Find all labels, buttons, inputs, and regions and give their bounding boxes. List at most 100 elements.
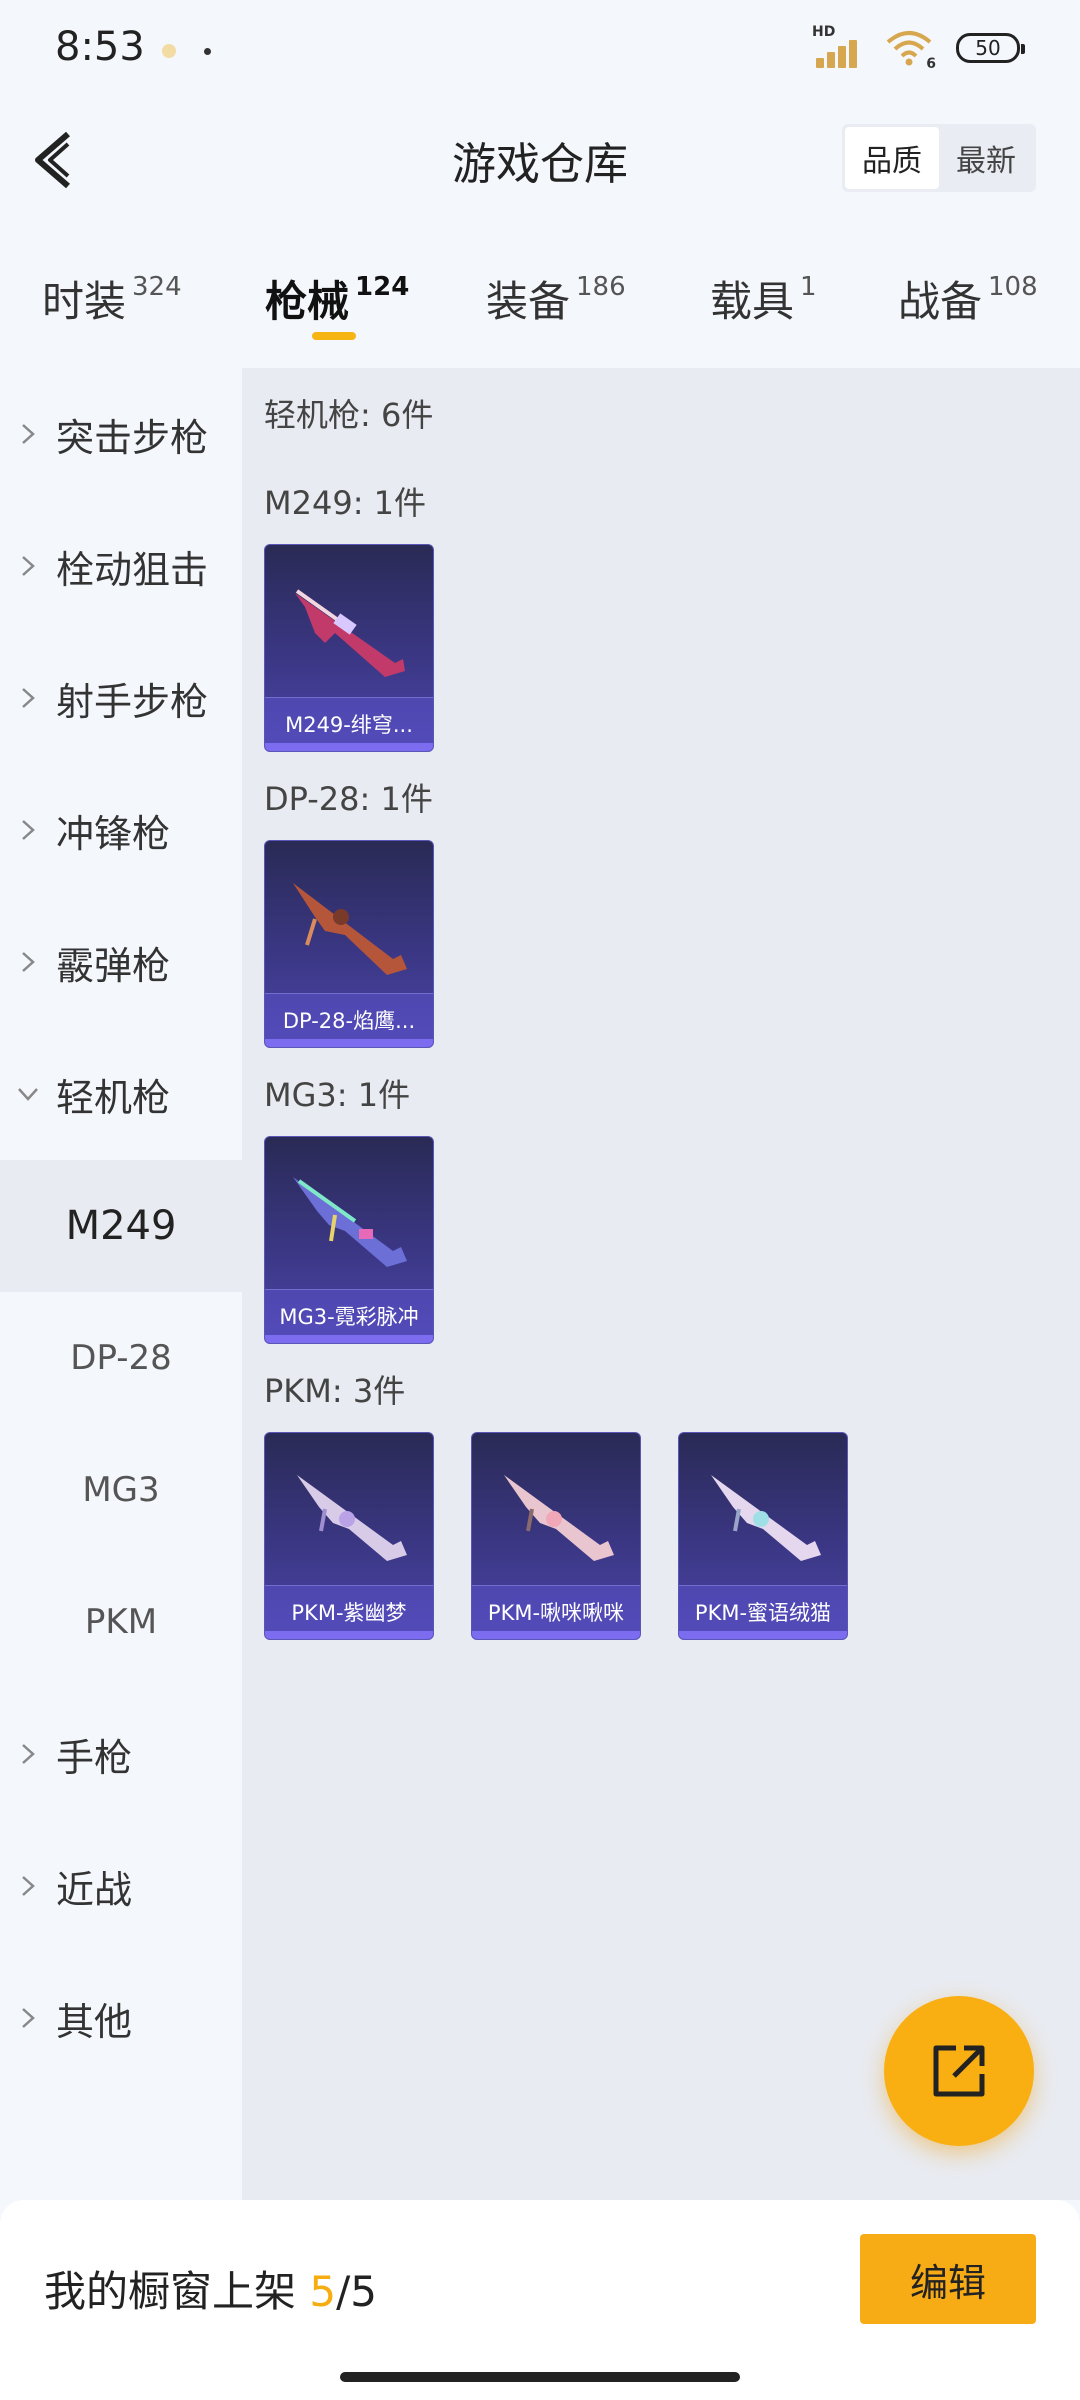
item-card-label: PKM-啾咪啾咪 bbox=[487, 1601, 625, 1625]
chevron-right-icon bbox=[0, 950, 56, 974]
tab-equipment[interactable]: 装备 186 bbox=[486, 268, 626, 329]
category-tabs: 时装 324 枪械 124 装备 186 载具 1 战备 108 bbox=[0, 250, 1080, 360]
sidebar-item-label: 冲锋枪 bbox=[56, 811, 171, 856]
sidebar-item-label: 霰弹枪 bbox=[56, 943, 171, 988]
chevron-right-icon bbox=[0, 1742, 56, 1766]
sidebar-item-smg[interactable]: 冲锋枪 bbox=[0, 764, 242, 896]
item-card-label: PKM-蜜语绒猫 bbox=[694, 1601, 832, 1625]
header: 游戏仓库 品质 最新 bbox=[0, 100, 1080, 220]
item-card-pkm-2[interactable]: PKM-啾咪啾咪 bbox=[471, 1432, 641, 1640]
network-badge: HD bbox=[812, 24, 836, 40]
sort-toggle[interactable]: 品质 最新 bbox=[842, 124, 1036, 192]
sort-quality-button[interactable]: 品质 bbox=[845, 127, 939, 189]
tab-label: 载具 bbox=[710, 277, 795, 326]
sort-newest-button[interactable]: 最新 bbox=[939, 127, 1033, 189]
rarity-bar bbox=[679, 1631, 847, 1639]
status-bar: 8:53 HD 6 50 bbox=[0, 0, 1080, 100]
notification-small-dot-icon bbox=[204, 48, 211, 55]
active-tab-indicator bbox=[312, 332, 356, 340]
group-heading-mg3: MG3: 1件 bbox=[264, 1076, 411, 1114]
sidebar-subitem-dp28[interactable]: DP-28 bbox=[0, 1292, 242, 1424]
sidebar-item-label: 近战 bbox=[56, 1867, 133, 1912]
tab-count: 324 bbox=[132, 272, 182, 302]
item-card-label: PKM-紫幽梦 bbox=[291, 1601, 407, 1625]
group-heading-m249: M249: 1件 bbox=[264, 484, 427, 522]
item-card-label: MG3-霓彩脉冲 bbox=[279, 1305, 419, 1329]
battery-level: 50 bbox=[975, 36, 1001, 60]
rarity-bar bbox=[265, 1631, 433, 1639]
item-card-pkm-3[interactable]: PKM-蜜语绒猫 bbox=[678, 1432, 848, 1640]
chevron-right-icon bbox=[0, 1874, 56, 1898]
sidebar-item-melee[interactable]: 近战 bbox=[0, 1820, 242, 1952]
sidebar-item-label: 手枪 bbox=[56, 1735, 133, 1780]
tab-label: 时装 bbox=[42, 277, 127, 326]
group-heading-pkm: PKM: 3件 bbox=[264, 1372, 406, 1410]
tab-count: 1 bbox=[800, 272, 817, 302]
weapon-category-sidebar: 突击步枪 栓动狙击 射手步枪 冲锋枪 霰弹枪 轻机枪 M249 DP-28 MG… bbox=[0, 368, 242, 2200]
tab-label: 战备 bbox=[898, 277, 983, 326]
tab-count: 108 bbox=[988, 272, 1038, 302]
sidebar-item-label: 栓动狙击 bbox=[56, 547, 209, 592]
item-card-m249[interactable]: M249-绯穹... bbox=[264, 544, 434, 752]
showcase-shelf-status: 我的橱窗上架 5/5 bbox=[44, 2258, 377, 2319]
shelf-label: 我的橱窗上架 bbox=[44, 2267, 297, 2316]
sidebar-item-assault-rifle[interactable]: 突击步枪 bbox=[0, 368, 242, 500]
edit-button[interactable]: 编辑 bbox=[860, 2234, 1036, 2324]
tab-label: 枪械 bbox=[265, 277, 350, 326]
item-card-pkm-1[interactable]: PKM-紫幽梦 bbox=[264, 1432, 434, 1640]
sidebar-subitem-pkm[interactable]: PKM bbox=[0, 1556, 242, 1688]
chevron-right-icon bbox=[0, 422, 56, 446]
rarity-bar bbox=[265, 743, 433, 751]
category-heading: 轻机枪: 6件 bbox=[264, 396, 434, 434]
tab-count: 124 bbox=[355, 272, 410, 302]
shelf-current-count: 5 bbox=[309, 2267, 337, 2316]
chevron-right-icon bbox=[0, 686, 56, 710]
sidebar-item-other[interactable]: 其他 bbox=[0, 1952, 242, 2084]
sidebar-item-lmg[interactable]: 轻机枪 bbox=[0, 1028, 242, 1160]
sidebar-subitem-m249[interactable]: M249 bbox=[0, 1160, 242, 1292]
sidebar-item-shotgun[interactable]: 霰弹枪 bbox=[0, 896, 242, 1028]
tab-label: 装备 bbox=[486, 277, 571, 326]
status-time: 8:53 bbox=[55, 24, 145, 70]
chevron-right-icon bbox=[0, 554, 56, 578]
sidebar-subitem-mg3[interactable]: MG3 bbox=[0, 1424, 242, 1556]
weapon-dp28-icon bbox=[293, 883, 407, 975]
shelf-total-count: /5 bbox=[336, 2267, 377, 2316]
share-button[interactable] bbox=[884, 1996, 1034, 2146]
notification-dot-icon bbox=[162, 44, 176, 58]
rarity-bar bbox=[472, 1631, 640, 1639]
rarity-bar bbox=[265, 1335, 433, 1343]
tab-fashion[interactable]: 时装 324 bbox=[42, 268, 182, 329]
wifi-badge: 6 bbox=[926, 56, 936, 72]
weapon-pkm-icon bbox=[711, 1475, 821, 1561]
rarity-bar bbox=[265, 1039, 433, 1047]
group-heading-dp28: DP-28: 1件 bbox=[264, 780, 433, 818]
weapon-pkm-icon bbox=[504, 1475, 614, 1561]
wifi-icon: 6 bbox=[884, 28, 936, 72]
home-indicator[interactable] bbox=[340, 2372, 740, 2382]
sidebar-item-bolt-sniper[interactable]: 栓动狙击 bbox=[0, 500, 242, 632]
tab-gear[interactable]: 战备 108 bbox=[898, 268, 1038, 329]
sidebar-item-marksman-rifle[interactable]: 射手步枪 bbox=[0, 632, 242, 764]
item-card-mg3[interactable]: MG3-霓彩脉冲 bbox=[264, 1136, 434, 1344]
sidebar-item-label: 其他 bbox=[56, 1999, 133, 2044]
chevron-down-icon bbox=[0, 1085, 56, 1103]
item-card-dp28[interactable]: DP-28-焰鹰... bbox=[264, 840, 434, 1048]
share-icon bbox=[933, 2045, 985, 2097]
chevron-right-icon bbox=[0, 2006, 56, 2030]
weapon-mg3-icon bbox=[293, 1177, 407, 1267]
tab-count: 186 bbox=[576, 272, 626, 302]
sidebar-item-label: 轻机枪 bbox=[56, 1075, 171, 1120]
item-card-label: M249-绯穹... bbox=[285, 713, 413, 737]
weapon-m249-icon bbox=[295, 589, 405, 677]
tab-firearms[interactable]: 枪械 124 bbox=[265, 268, 409, 329]
weapon-pkm-icon bbox=[297, 1475, 407, 1561]
sidebar-item-label: 射手步枪 bbox=[56, 679, 209, 724]
battery-icon: 50 bbox=[956, 33, 1025, 63]
tab-vehicles[interactable]: 载具 1 bbox=[710, 268, 817, 329]
chevron-right-icon bbox=[0, 818, 56, 842]
signal-icon: HD bbox=[812, 24, 862, 68]
sidebar-item-label: 突击步枪 bbox=[56, 415, 209, 460]
sidebar-item-pistol[interactable]: 手枪 bbox=[0, 1688, 242, 1820]
item-card-label: DP-28-焰鹰... bbox=[282, 1009, 416, 1033]
